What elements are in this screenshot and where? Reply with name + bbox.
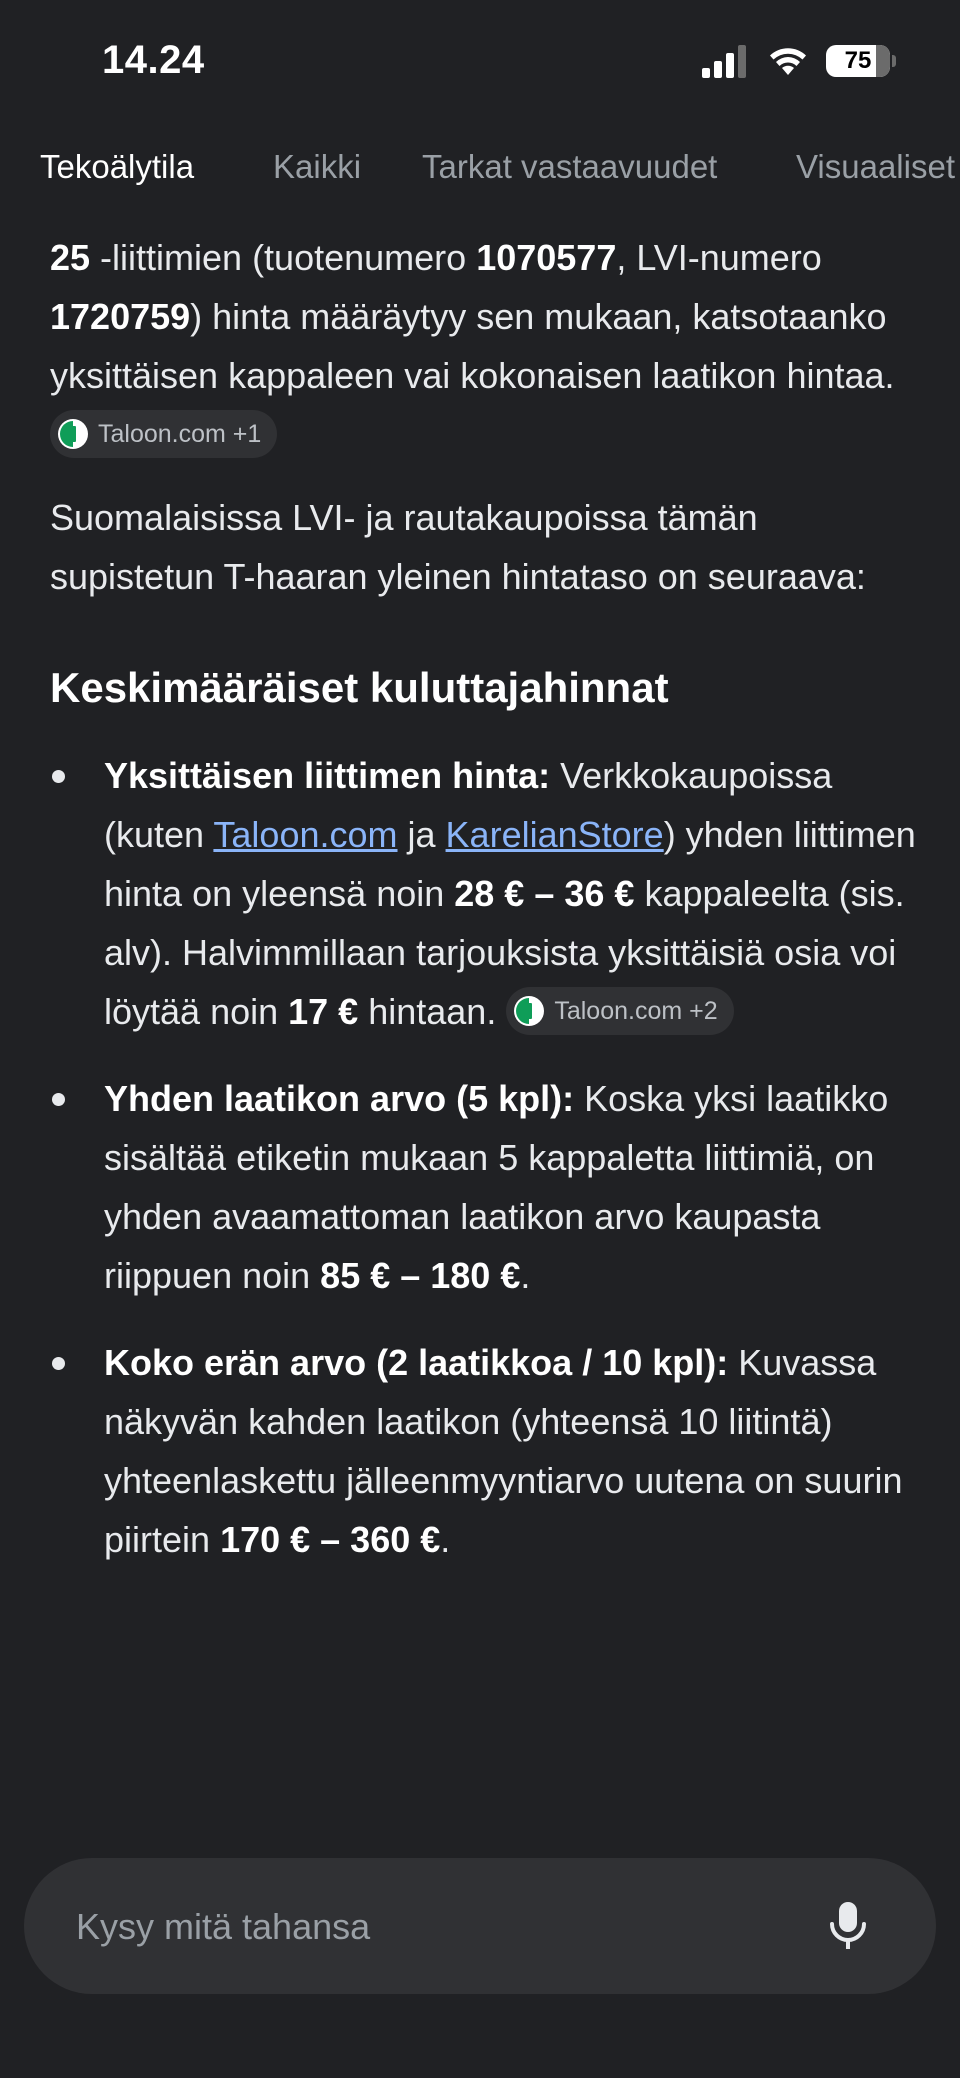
search-ai-mode-page: 14.24 75 Tekoälytila Kaikki Tarkat vasta… [0, 0, 960, 2078]
source-chip-label: Taloon.com +1 [98, 420, 262, 449]
intro-text-1: -liittimien (tuotenumero [90, 237, 477, 278]
bullet-title: Yhden laatikon arvo (5 kpl): [104, 1078, 575, 1119]
ai-answer-content: 25 -liittimien (tuotenumero 1070577, LVI… [50, 228, 920, 1597]
battery-tip [892, 55, 896, 67]
taloon-logo-icon [514, 996, 545, 1027]
source-chip[interactable]: Taloon.com +1 [50, 410, 278, 459]
mic-icon [830, 1902, 866, 1949]
price-list: Yksittäisen liittimen hinta: Verkkokaupo… [50, 746, 920, 1569]
tab-all[interactable]: Kaikki [273, 148, 361, 186]
intro-text-2: , LVI-numero [616, 237, 822, 278]
bullet-dot [52, 1093, 65, 1106]
taloon-logo-icon [58, 419, 88, 450]
cellular-signal-icon [702, 45, 746, 78]
source-chip[interactable]: Taloon.com +2 [506, 987, 734, 1036]
source-chip-label: Taloon.com +2 [554, 997, 718, 1026]
price-range: 28 € – 36 € [454, 873, 635, 914]
bullet-dot [52, 1357, 65, 1370]
lvi-number: 1720759 [50, 296, 191, 337]
tab-ai-mode[interactable]: Tekoälytila [40, 148, 194, 186]
battery-level: 75 [844, 47, 872, 74]
list-item-single-price: Yksittäisen liittimen hinta: Verkkokaupo… [50, 746, 920, 1041]
voice-search-button[interactable] [820, 1898, 876, 1954]
status-bar: 14.24 75 [0, 0, 960, 120]
price-level-paragraph: Suomalaisissa LVI- ja rautakaupoissa täm… [50, 497, 866, 597]
tab-exact-matches[interactable]: Tarkat vastaavuudet [422, 148, 717, 186]
ask-bar [24, 1858, 936, 1994]
lowest-price: 17 € [288, 991, 359, 1032]
ask-input[interactable] [74, 1898, 778, 1956]
bullet-title: Yksittäisen liittimen hinta: [104, 755, 551, 796]
list-item-box-value: Yhden laatikon arvo (5 kpl): Koska yksi … [50, 1069, 920, 1305]
bullet-text: hintaan. [358, 991, 507, 1032]
status-icons: 75 [700, 44, 896, 78]
bullet-dot [52, 770, 65, 783]
tab-visual[interactable]: Visuaaliset [796, 148, 955, 186]
price-range: 85 € – 180 € [320, 1255, 521, 1296]
product-size: 25 [50, 237, 91, 278]
list-item-batch-value: Koko erän arvo (2 laatikkoa / 10 kpl): K… [50, 1333, 920, 1569]
bullet-text: . [520, 1255, 531, 1296]
bullet-text: ja [397, 814, 446, 855]
link-karelianstore[interactable]: KarelianStore [446, 814, 664, 855]
battery-empty-portion [876, 45, 890, 77]
status-time: 14.24 [102, 38, 205, 82]
section-heading: Keskimääräiset kuluttajahinnat [50, 664, 669, 711]
bullet-title: Koko erän arvo (2 laatikkoa / 10 kpl): [104, 1342, 729, 1383]
product-number: 1070577 [476, 237, 617, 278]
price-range: 170 € – 360 € [220, 1519, 441, 1560]
link-taloon[interactable]: Taloon.com [213, 814, 397, 855]
battery-indicator: 75 [826, 45, 896, 77]
search-mode-tabs: Tekoälytila Kaikki Tarkat vastaavuudet V… [0, 148, 960, 204]
bullet-text: . [440, 1519, 451, 1560]
battery-icon: 75 [826, 45, 890, 77]
wifi-icon [770, 48, 806, 75]
intro-paragraph: 25 -liittimien (tuotenumero 1070577, LVI… [50, 228, 920, 464]
